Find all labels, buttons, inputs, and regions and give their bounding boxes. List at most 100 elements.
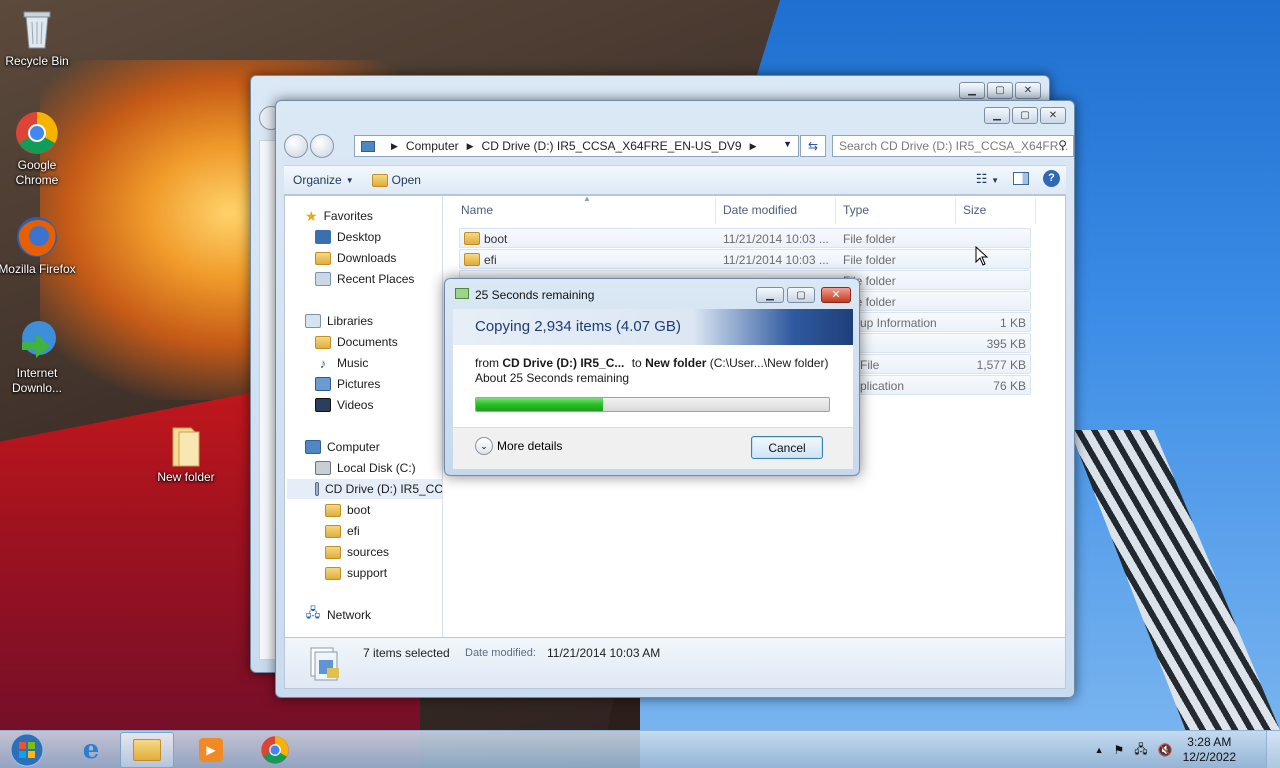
file-type: File folder bbox=[843, 232, 896, 246]
organize-button[interactable]: Organize ▼ bbox=[284, 173, 363, 187]
file-row[interactable]: boot 11/21/2014 10:03 ... File folder bbox=[459, 228, 1031, 248]
close-button[interactable]: ✕ bbox=[1040, 107, 1066, 124]
nav-libraries[interactable]: Libraries bbox=[305, 311, 373, 331]
close-button[interactable]: ✕ bbox=[821, 287, 851, 303]
action-center-flag-icon[interactable]: ⚑ bbox=[1114, 743, 1125, 757]
taskbar-google-chrome[interactable] bbox=[248, 732, 302, 768]
forward-button[interactable] bbox=[310, 134, 334, 158]
column-type[interactable]: Type bbox=[843, 203, 869, 217]
start-button[interactable] bbox=[0, 732, 54, 768]
nav-desktop[interactable]: Desktop bbox=[315, 227, 381, 247]
minimize-button[interactable]: ▁ bbox=[756, 287, 784, 303]
network-status-icon[interactable]: 🖧 bbox=[1134, 740, 1147, 761]
nav-documents[interactable]: Documents bbox=[315, 332, 398, 352]
nav-pictures[interactable]: Pictures bbox=[315, 374, 380, 394]
taskbar-windows-explorer[interactable] bbox=[120, 732, 174, 768]
breadcrumb-arrow-icon[interactable]: ▶ bbox=[467, 141, 474, 152]
back-button[interactable] bbox=[284, 134, 308, 158]
taskbar: e ▶ ▲ ⚑ 🖧 🔇 3:28 AM 12/2/2022 bbox=[0, 730, 1280, 768]
copy-progress-dialog[interactable]: 25 Seconds remaining ▁ ▢ ✕ Copying 2,934… bbox=[444, 278, 860, 476]
column-size[interactable]: Size bbox=[963, 203, 986, 217]
nav-computer[interactable]: Computer bbox=[305, 437, 380, 457]
nav-videos-label: Videos bbox=[337, 398, 374, 412]
maximize-button[interactable]: ▢ bbox=[987, 82, 1013, 99]
breadcrumb-arrow-icon[interactable]: ▶ bbox=[391, 141, 398, 152]
address-bar[interactable]: ▶ Computer ▶ CD Drive (D:) IR5_CCSA_X64F… bbox=[354, 135, 799, 157]
open-label: Open bbox=[391, 173, 421, 187]
desktop-icon-mozilla-firefox[interactable]: Mozilla Firefox bbox=[0, 214, 77, 277]
libraries-icon bbox=[305, 314, 321, 328]
breadcrumb-computer[interactable]: Computer bbox=[406, 139, 459, 153]
column-name[interactable]: Name bbox=[461, 203, 493, 217]
close-button[interactable]: ✕ bbox=[1015, 82, 1041, 99]
nav-downloads[interactable]: Downloads bbox=[315, 248, 396, 268]
desktop-icon-google-chrome[interactable]: Google Chrome bbox=[0, 110, 77, 188]
dialog-footer: ⌄ More details Cancel bbox=[453, 427, 853, 469]
from-label: from bbox=[475, 356, 499, 370]
more-details-label: More details bbox=[497, 439, 563, 453]
show-hidden-icons-icon[interactable]: ▲ bbox=[1095, 745, 1104, 755]
search-icon: ⚲ bbox=[1058, 138, 1067, 152]
nav-boot[interactable]: boot bbox=[325, 500, 370, 520]
clock-date: 12/2/2022 bbox=[1182, 750, 1236, 764]
chrome-icon bbox=[261, 736, 289, 764]
preview-pane-icon[interactable] bbox=[1013, 172, 1029, 185]
column-date-modified[interactable]: Date modified bbox=[723, 203, 797, 217]
clock[interactable]: 3:28 AM 12/2/2022 bbox=[1183, 735, 1236, 765]
breadcrumb-arrow-icon[interactable]: ▶ bbox=[750, 141, 757, 152]
breadcrumb-cd-drive[interactable]: CD Drive (D:) IR5_CCSA_X64FRE_EN-US_DV9 bbox=[482, 139, 742, 153]
open-button[interactable]: Open bbox=[363, 173, 430, 187]
volume-muted-icon[interactable]: 🔇 bbox=[1158, 743, 1173, 757]
folder-icon bbox=[464, 253, 480, 266]
internet-download-manager-icon bbox=[14, 318, 60, 364]
maximize-button[interactable]: ▢ bbox=[1012, 107, 1038, 124]
cancel-button[interactable]: Cancel bbox=[751, 436, 823, 459]
nav-support[interactable]: support bbox=[325, 563, 387, 583]
minimize-button[interactable]: ▁ bbox=[984, 107, 1010, 124]
file-row[interactable]: efi 11/21/2014 10:03 ... File folder bbox=[459, 249, 1031, 269]
show-desktop-button[interactable] bbox=[1266, 731, 1280, 768]
nav-computer-label: Computer bbox=[327, 440, 380, 454]
address-dropdown-icon[interactable]: ▼ bbox=[783, 139, 792, 149]
folder-icon bbox=[464, 232, 480, 245]
nav-libraries-label: Libraries bbox=[327, 314, 374, 328]
taskbar-media-player[interactable]: ▶ bbox=[184, 732, 238, 768]
more-details-toggle[interactable]: ⌄ More details bbox=[475, 437, 562, 455]
date-modified-label: Date modified: bbox=[465, 647, 536, 659]
desktop-icon-new-folder[interactable]: New folder bbox=[146, 422, 226, 485]
desktop-icon-recycle-bin[interactable]: Recycle Bin bbox=[0, 6, 77, 69]
nav-recent-label: Recent Places bbox=[337, 272, 415, 286]
nav-sources[interactable]: sources bbox=[325, 542, 389, 562]
nav-efi[interactable]: efi bbox=[325, 521, 360, 541]
nav-network[interactable]: 🖧 Network bbox=[305, 605, 371, 625]
nav-videos[interactable]: Videos bbox=[315, 395, 373, 415]
nav-music[interactable]: ♪ Music bbox=[315, 353, 369, 373]
file-type: File folder bbox=[843, 253, 896, 267]
to-destination[interactable]: New folder bbox=[645, 356, 706, 370]
copy-heading: Copying 2,934 items (4.07 GB) bbox=[475, 318, 681, 335]
dialog-banner: Copying 2,934 items (4.07 GB) bbox=[453, 309, 853, 345]
nav-music-label: Music bbox=[337, 356, 369, 370]
progress-fill bbox=[476, 398, 604, 411]
maximize-button[interactable]: ▢ bbox=[787, 287, 815, 303]
taskbar-internet-explorer[interactable]: e bbox=[64, 732, 118, 768]
clock-time: 3:28 AM bbox=[1187, 735, 1232, 749]
minimize-button[interactable]: ▁ bbox=[959, 82, 985, 99]
sort-arrow-icon: ▲ bbox=[583, 194, 591, 203]
desktop-icon-internet-download-manager[interactable]: Internet Downlo... bbox=[0, 318, 77, 396]
nav-local-disk[interactable]: Local Disk (C:) bbox=[315, 458, 416, 478]
to-label: to bbox=[631, 356, 642, 370]
refresh-button[interactable]: ⇆ bbox=[800, 135, 826, 157]
search-input[interactable]: Search CD Drive (D:) IR5_CCSA_X64FR... ⚲ bbox=[832, 135, 1074, 157]
folder-icon bbox=[163, 422, 209, 468]
windows-explorer-icon bbox=[133, 739, 161, 761]
documents-icon bbox=[315, 335, 331, 349]
nav-cd-drive[interactable]: CD Drive (D:) IR5_CC bbox=[287, 479, 443, 499]
nav-favorites[interactable]: ★ Favorites bbox=[305, 206, 373, 226]
view-options-icon[interactable]: ☷ ▼ bbox=[976, 171, 999, 187]
nav-recent-places[interactable]: Recent Places bbox=[315, 269, 414, 289]
help-icon[interactable]: ? bbox=[1043, 170, 1060, 187]
file-date: 11/21/2014 10:03 ... bbox=[723, 232, 829, 246]
firefox-icon bbox=[14, 214, 60, 260]
nav-cd-drive-label: CD Drive (D:) IR5_CC bbox=[324, 482, 443, 496]
